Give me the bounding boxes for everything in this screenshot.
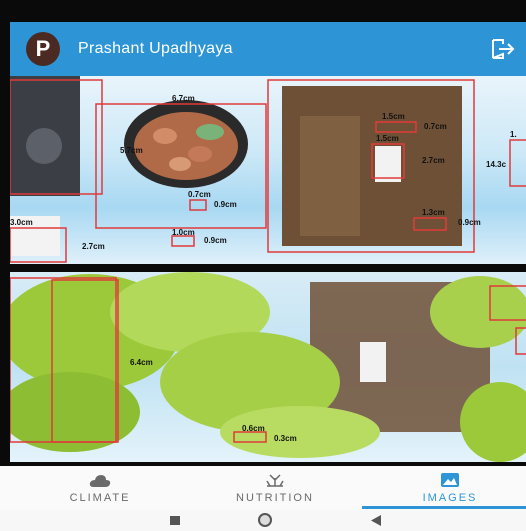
measure-label: 1.3cm [422,208,445,217]
measure-label: 6.7cm [172,94,195,103]
sprout-icon [266,474,284,487]
measure-label: 0.6cm [242,424,265,433]
avatar[interactable]: P [26,32,60,66]
tab-nutrition[interactable]: NUTRITION [210,466,340,510]
measure-label: 0.9cm [204,236,227,245]
measure-label: 1.5cm [376,134,399,143]
tab-label: NUTRITION [236,492,314,504]
plant-photo-top[interactable]: 6.7cm 5.7cm 3.0cm 2.7cm 0.7cm 0.9cm 1.0c… [10,76,526,264]
measure-label: 1.5cm [382,112,405,121]
bottom-tab-bar: CLIMATE NUTRITION IMAGES [0,466,526,510]
tab-climate[interactable]: CLIMATE [40,466,160,510]
active-tab-indicator [362,506,526,509]
app-bar: P Prashant Upadhyaya [10,22,526,76]
detection-overlay-bottom [10,272,526,462]
tab-label: IMAGES [422,492,478,504]
measure-label: 1. [510,130,517,139]
image-icon [441,473,459,487]
logout-icon[interactable] [490,37,516,61]
home-icon[interactable] [258,513,272,527]
measure-label: 3.0cm [10,218,33,227]
status-bar [0,0,526,22]
measure-label: 0.9cm [458,218,481,227]
measure-label: 0.9cm [214,200,237,209]
measure-label: 0.7cm [188,190,211,199]
cloud-icon [89,475,111,487]
measure-label: 5.7cm [120,146,143,155]
photo-divider [0,264,526,272]
recent-apps-icon[interactable] [170,516,180,525]
back-icon[interactable] [370,515,382,526]
measure-label: 0.7cm [424,122,447,131]
measure-label: 2.7cm [422,156,445,165]
measure-label: 14.3c [486,160,507,169]
detection-overlay-top [10,76,526,263]
screen-edge [0,22,10,466]
tab-label: CLIMATE [69,492,131,504]
tab-images[interactable]: IMAGES [390,466,510,510]
user-name: Prashant Upadhyaya [78,40,233,57]
measure-label: 1.0cm [172,228,195,237]
plant-photo-bottom[interactable]: 6.4cm 0.6cm 0.3cm [10,272,526,462]
system-nav-bar [0,510,526,531]
measure-label: 2.7cm [82,242,105,251]
measure-label: 6.4cm [130,358,153,367]
measure-label: 0.3cm [274,434,297,443]
